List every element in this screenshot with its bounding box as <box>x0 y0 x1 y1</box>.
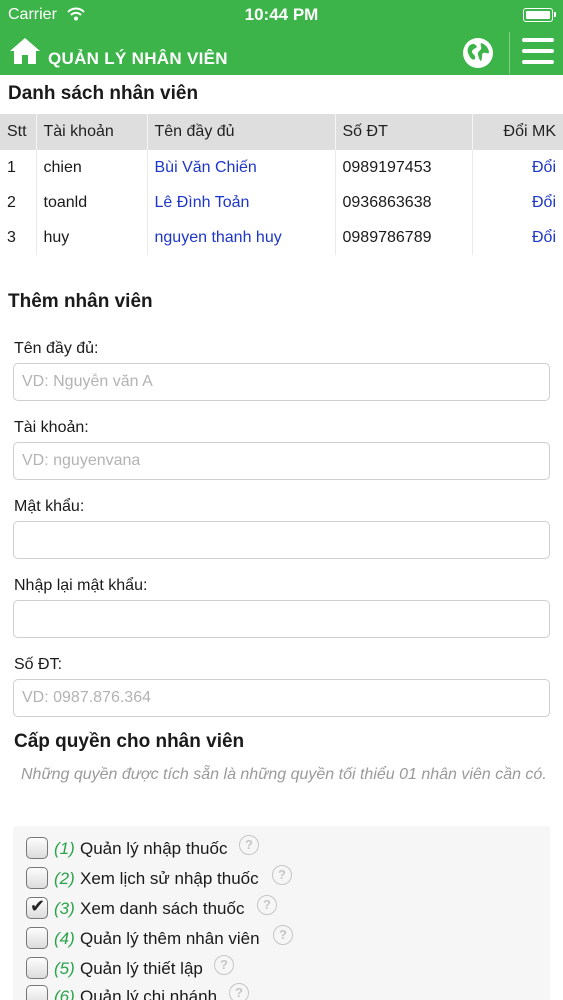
cell-account: toanld <box>36 185 148 220</box>
column-header-change-password: Đổi MK <box>472 114 563 150</box>
permission-number: (4) <box>54 929 75 948</box>
home-icon[interactable] <box>8 36 42 66</box>
help-icon[interactable]: ? <box>273 925 293 945</box>
cell-stt: 1 <box>0 150 37 185</box>
column-header-account: Tài khoản <box>36 114 148 150</box>
change-password-link[interactable]: Đổi <box>472 185 563 220</box>
cell-account: huy <box>36 220 148 255</box>
permission-label: Quản lý nhập thuốc <box>80 839 228 858</box>
cell-phone: 0936863638 <box>335 185 473 220</box>
cell-stt: 3 <box>0 220 37 255</box>
confirm-password-label: Nhập lại mật khẩu: <box>14 577 148 594</box>
password-label: Mật khẩu: <box>14 498 85 515</box>
permission-checkbox[interactable] <box>26 985 48 1000</box>
account-label: Tài khoản: <box>14 419 89 436</box>
employee-name-link[interactable]: nguyen thanh huy <box>147 220 336 255</box>
permission-label: Xem danh sách thuốc <box>80 899 245 918</box>
permission-number: (2) <box>54 869 75 888</box>
globe-icon[interactable] <box>461 36 495 70</box>
permission-number: (6) <box>54 987 75 1000</box>
cell-phone: 0989197453 <box>335 150 473 185</box>
hamburger-menu-icon[interactable] <box>521 36 555 66</box>
permission-number: (1) <box>54 839 75 858</box>
change-password-link[interactable]: Đổi <box>472 150 563 185</box>
account-input[interactable] <box>13 442 550 480</box>
cell-account: chien <box>36 150 148 185</box>
column-header-stt: Stt <box>0 114 37 150</box>
password-input[interactable] <box>13 521 550 559</box>
phone-label: Số ĐT: <box>14 656 63 673</box>
permissions-title: Cấp quyền cho nhân viên <box>14 731 245 752</box>
permission-checkbox[interactable] <box>26 867 48 889</box>
permission-checkbox[interactable] <box>26 927 48 949</box>
table-row: 3 huy nguyen thanh huy 0989786789 Đổi <box>0 220 563 255</box>
check-icon: ✔ <box>30 896 46 916</box>
table-row: 1 chien Bùi Văn Chiến 0989197453 Đổi <box>0 150 563 185</box>
employee-name-link[interactable]: Lê Đình Toản <box>147 185 336 220</box>
full-name-input[interactable] <box>13 363 550 401</box>
confirm-password-input[interactable] <box>13 600 550 638</box>
permission-label: Quản lý thêm nhân viên <box>80 929 260 948</box>
employee-list-title: Danh sách nhân viên <box>8 83 199 104</box>
battery-icon <box>523 8 556 22</box>
add-employee-title: Thêm nhân viên <box>8 291 153 312</box>
employee-name-link[interactable]: Bùi Văn Chiến <box>147 150 336 185</box>
help-icon[interactable]: ? <box>239 835 259 855</box>
employee-table: Stt Tài khoản Tên đầy đủ Số ĐT Đổi MK 1 … <box>0 114 563 255</box>
table-header-row: Stt Tài khoản Tên đầy đủ Số ĐT Đổi MK <box>0 114 563 150</box>
app-header: Carrier 10:44 PM QUẢN LÝ NHÂN VIÊN <box>0 0 563 75</box>
full-name-label: Tên đầy đủ: <box>14 340 99 357</box>
permission-number: (5) <box>54 959 75 978</box>
permission-label: Xem lịch sử nhập thuốc <box>80 869 259 888</box>
permission-checkbox-checked[interactable]: ✔ <box>26 896 48 919</box>
column-header-phone: Số ĐT <box>335 114 473 150</box>
header-divider <box>509 32 510 74</box>
change-password-link[interactable]: Đổi <box>472 220 563 255</box>
phone-input[interactable] <box>13 679 550 717</box>
permission-number: (3) <box>54 899 75 918</box>
help-icon[interactable]: ? <box>257 895 277 915</box>
permission-label: Quản lý thiết lập <box>80 959 203 978</box>
permission-label: Quản lý chi nhánh <box>80 987 218 1000</box>
column-header-full-name: Tên đầy đủ <box>147 114 336 150</box>
permissions-note: Những quyền được tích sẵn là những quyền… <box>21 766 547 783</box>
permission-checkbox[interactable] <box>26 837 48 859</box>
status-time: 10:44 PM <box>244 5 319 24</box>
permission-checkbox[interactable] <box>26 957 48 979</box>
status-bar: Carrier 10:44 PM <box>0 0 563 30</box>
app-title: QUẢN LÝ NHÂN VIÊN <box>48 49 228 68</box>
table-row: 2 toanld Lê Đình Toản 0936863638 Đổi <box>0 185 563 220</box>
help-icon[interactable]: ? <box>272 865 292 885</box>
help-icon[interactable]: ? <box>214 955 234 975</box>
cell-stt: 2 <box>0 185 37 220</box>
cell-phone: 0989786789 <box>335 220 473 255</box>
help-icon[interactable]: ? <box>229 983 249 1000</box>
